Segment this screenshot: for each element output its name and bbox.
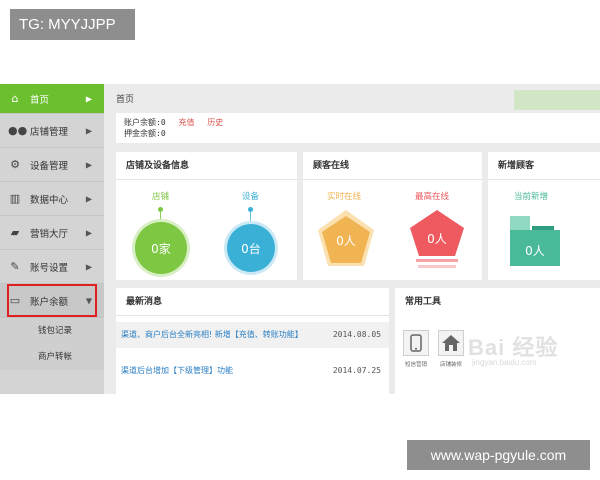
url-watermark-label: www.wap-pgyule.com (407, 440, 590, 470)
store-label: 店铺 (152, 192, 170, 202)
online-visitors-panel: 顾客在线 实时在线 0人 最高在线 0人 (303, 152, 482, 280)
sidebar-item-label: 账号设置 (30, 262, 69, 274)
chevron-right-icon: ▶ (85, 262, 92, 271)
new-customers-value: 0人 (525, 244, 545, 258)
sidebar-item-label: 数据中心 (30, 194, 69, 206)
sidebar-item-account-balance[interactable]: ▭ 账户余额 ▼ (0, 284, 104, 318)
sidebar-subitem-wallet-records[interactable]: 钱包记录 (0, 318, 104, 344)
chevron-down-icon: ▼ (85, 296, 92, 305)
sidebar-item-account-settings[interactable]: ✎ 账号设置 ▶ (0, 250, 104, 284)
wrench-icon: ✎ (10, 260, 20, 273)
sidebar-item-label: 账户余额 (30, 296, 69, 308)
chevron-right-icon: ▶ (85, 94, 92, 103)
news-item[interactable]: 渠道、商户后台全新亮相! 新增【充值、转账功能】 2014.08.05 (116, 322, 389, 348)
panel-title: 顾客在线 (303, 152, 482, 180)
briefcase-icon: ▰ (10, 226, 20, 239)
realtime-online-value: 0人 (336, 234, 356, 248)
new-customers-label: 当前新增 (514, 192, 549, 202)
balance-text: 账户余额:0 (124, 118, 166, 127)
breadcrumb: 首页 (116, 95, 135, 105)
sms-marketing-tool[interactable] (403, 330, 429, 356)
history-link[interactable]: 历史 (207, 118, 223, 127)
card-icon: ▭ (9, 294, 21, 307)
baidu-watermark-url: jingyan.baidu.com (472, 358, 537, 367)
panel-title: 常用工具 (405, 297, 442, 307)
sidebar-item-label: 首页 (30, 94, 50, 106)
news-item[interactable]: 渠道后台增加【下级管理】功能 2014.07.25 (116, 358, 389, 384)
home-icon: ⌂ (11, 92, 19, 105)
sidebar-item-marketing-hall[interactable]: ▰ 营销大厅 ▶ (0, 216, 104, 250)
store-decoration-label: 店铺装修 (439, 362, 462, 368)
news-date: 2014.07.25 (332, 366, 381, 375)
peak-online-value: 0人 (427, 232, 447, 246)
latest-news-panel: 最新消息 渠道、商户后台全新亮相! 新增【充值、转账功能】 2014.08.05… (116, 288, 389, 394)
chevron-right-icon: ▶ (85, 194, 92, 203)
panel-title: 店铺及设备信息 (116, 152, 297, 180)
sidebar-item-label: 营销大厅 (30, 228, 69, 240)
peak-online-label: 最高在线 (415, 192, 450, 202)
sidebar-item-data-center[interactable]: ▥ 数据中心 ▶ (0, 182, 104, 216)
new-customers-panel: 新增顾客 当前新增 0人 (488, 152, 600, 280)
top-action-button[interactable] (514, 90, 600, 110)
device-label: 设备 (242, 192, 260, 202)
sidebar: ⌂ 首页 ▶ ●● 店铺管理 ▶ ⚙ 设备管理 ▶ ▥ 数据中心 ▶ ▰ 营销大… (0, 84, 104, 394)
sidebar-item-home[interactable]: ⌂ 首页 ▶ (0, 84, 104, 114)
phone-icon (410, 334, 422, 352)
tg-watermark-label: TG: MYYJJPP (10, 9, 135, 40)
recharge-link[interactable]: 充值 (178, 118, 194, 127)
store-pin-dot (158, 207, 163, 212)
account-summary: 账户余额:0 充值 历史 押金余额:0 (116, 113, 600, 143)
chevron-right-icon: ▶ (85, 126, 92, 135)
store-count-circle: 0家 (135, 222, 187, 274)
news-title[interactable]: 渠道后台增加【下级管理】功能 (121, 358, 233, 384)
sidebar-item-store-management[interactable]: ●● 店铺管理 ▶ (0, 114, 104, 148)
panel-title: 新增顾客 (488, 152, 600, 180)
deposit-text: 押金余额:0 (124, 129, 166, 138)
cogs-icon: ⚙ (10, 158, 20, 171)
panel-title: 最新消息 (116, 288, 389, 316)
sidebar-item-device-management[interactable]: ⚙ 设备管理 ▶ (0, 148, 104, 182)
sidebar-item-label: 店铺管理 (30, 126, 69, 138)
news-title[interactable]: 渠道、商户后台全新亮相! 新增【充值、转账功能】 (121, 322, 303, 348)
news-date: 2014.08.05 (332, 330, 381, 339)
realtime-online-label: 实时在线 (327, 192, 362, 202)
chart-icon: ▥ (9, 192, 21, 205)
device-pin-dot (248, 207, 253, 212)
store-count-value: 0家 (151, 241, 171, 256)
house-icon (442, 335, 460, 351)
store-decoration-tool[interactable] (438, 330, 464, 356)
chevron-right-icon: ▶ (85, 228, 92, 237)
chevron-right-icon: ▶ (85, 160, 92, 169)
sidebar-subitem-merchant-transfer[interactable]: 商户转帐 (0, 344, 104, 370)
device-count-value: 0台 (241, 241, 261, 256)
store-device-panel: 店铺及设备信息 店铺 0家 设备 0台 (116, 152, 297, 280)
sidebar-item-label: 设备管理 (30, 160, 69, 172)
users-icon: ●● (8, 124, 28, 137)
device-count-circle: 0台 (227, 224, 275, 272)
sms-marketing-label: 短信营销 (404, 362, 427, 368)
